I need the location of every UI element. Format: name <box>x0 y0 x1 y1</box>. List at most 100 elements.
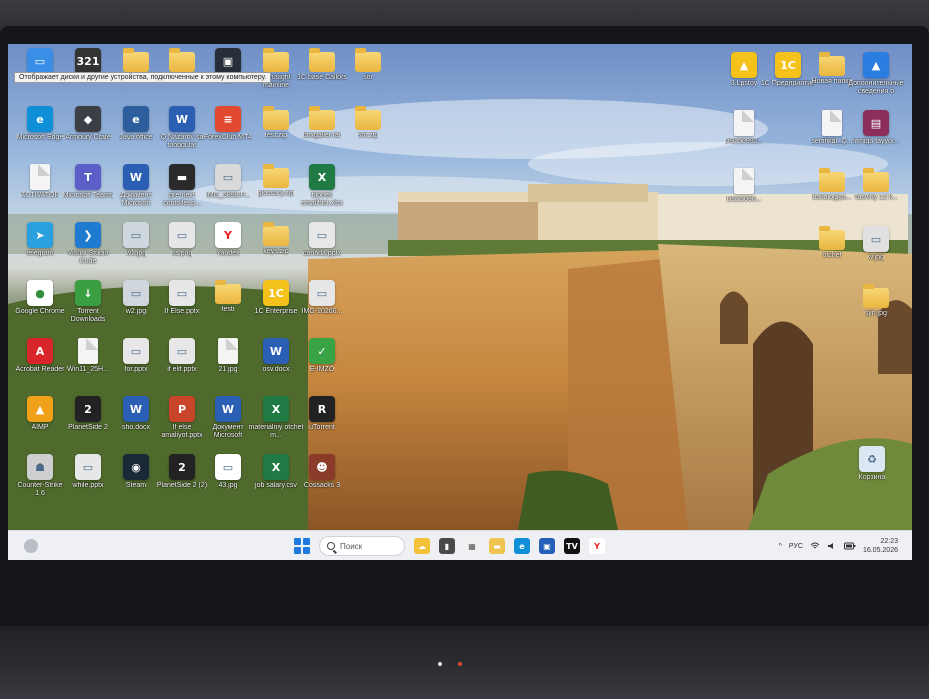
pptx-icon: P <box>169 396 195 422</box>
weather-widget-icon[interactable] <box>24 539 38 553</box>
laptop-base <box>0 626 929 699</box>
desktop-icon[interactable]: ▲ Дополнительные сведения о <box>848 52 904 96</box>
forex-icon: ≡ <box>215 106 241 132</box>
desktop-icon-label: test.zip <box>264 132 288 139</box>
calendar-icon[interactable]: ▦ <box>464 538 480 554</box>
1c-shortcut-icon: ▲ <box>731 52 757 78</box>
desktop-icon-label: Acrobat Reader <box>15 366 65 373</box>
word-doc-icon: W <box>263 338 289 364</box>
volume-icon[interactable] <box>827 542 837 550</box>
taskbar-clock[interactable]: 22:23 16.05.2026 <box>863 537 898 555</box>
desktop-icon[interactable]: RuTorrent <box>294 396 350 432</box>
desktop-icon-label: ntmiga tayyor... <box>852 138 900 145</box>
desktop-icon[interactable]: ♻ Корзина <box>844 446 900 482</box>
desktop-icon-label: while.pptx <box>72 482 104 489</box>
desktop-icon-label: Новая папка <box>811 78 853 85</box>
file-icon <box>822 110 842 136</box>
search-icon <box>327 542 335 550</box>
desktop-icon-label: w.jpg <box>868 254 884 261</box>
desktop-icon-label: Java office <box>119 134 153 141</box>
steam-icon: ◉ <box>123 454 149 480</box>
excel-icon: X <box>309 164 335 190</box>
language-indicator[interactable]: РУС <box>789 543 803 550</box>
widgets-icon[interactable]: ☁ <box>414 538 430 554</box>
desktop-icon-label: Armoury Crate <box>65 134 111 141</box>
image-file-icon: ▭ <box>123 222 149 248</box>
desktop-icon[interactable]: Xbiones emailhist.xlsx <box>294 164 350 208</box>
desktop-icon[interactable]: sor.zip <box>340 106 396 140</box>
desktop-icon-label: If Else.pptx <box>164 308 200 315</box>
armoury-crate-icon: ◆ <box>75 106 101 132</box>
wifi-icon[interactable] <box>810 542 820 550</box>
battery-icon[interactable] <box>843 542 856 550</box>
store-icon[interactable]: ▣ <box>539 538 555 554</box>
desktop-icon-label: sor.zip <box>357 132 379 139</box>
desktop-icon[interactable]: ▭ w.jpg <box>848 226 904 262</box>
system-tray: ^ РУС 22:23 16.05.2026 <box>779 534 898 558</box>
planetside-icon: 2 <box>75 396 101 422</box>
file-icon <box>30 164 50 190</box>
desktop-icon[interactable]: Tasviriy 12 k... <box>848 168 904 202</box>
edge-icon: e <box>27 106 53 132</box>
folder-icon <box>169 48 195 72</box>
cs-icon: ☗ <box>27 454 53 480</box>
desktop-icon-label: canada.pptx <box>302 250 342 257</box>
image-file-icon: ▬ <box>169 164 195 190</box>
tray-chevron-icon[interactable]: ^ <box>779 543 782 550</box>
desktop-icon[interactable]: ▤ ntmiga tayyor... <box>848 110 904 146</box>
start-icon-tile <box>294 547 301 554</box>
desktop-icon-label: keys.zip <box>263 248 289 255</box>
desktop-icon[interactable]: sjin.jpg <box>848 284 904 318</box>
start-button[interactable] <box>294 538 310 554</box>
task-view-icon[interactable]: ▮ <box>439 538 455 554</box>
folder-icon <box>819 226 845 250</box>
desktop-icon-label: for.pptx <box>124 366 148 373</box>
tradingview-icon[interactable]: TV <box>564 538 580 554</box>
desktop-icon-label: 3.Lpstoy <box>730 80 758 87</box>
pptx-icon: ▭ <box>75 454 101 480</box>
yandex-icon: Y <box>215 222 241 248</box>
folder-icon <box>355 48 381 72</box>
desktop-icon-label: glossary.zip <box>257 190 295 197</box>
desktop-icon-label: osv.docx <box>262 366 290 373</box>
zip-folder-icon <box>263 164 289 188</box>
yandex-icon[interactable]: Y <box>589 538 605 554</box>
photos-icon: ▲ <box>863 52 889 78</box>
excel-icon: X <box>263 396 289 422</box>
planetside-icon: 2 <box>169 454 195 480</box>
desktop-icon-label: otchet <box>822 252 842 259</box>
desktop-icon-label: w2.jpg <box>125 308 147 315</box>
desktop-icon[interactable]: ▭ canada.pptx <box>294 222 350 258</box>
desktop-icon[interactable]: ✓ E-IMZO <box>294 338 350 374</box>
folder-icon <box>863 168 889 192</box>
desktop-icon-label: biones emailhist.xlsx <box>301 192 343 207</box>
folder-icon <box>123 48 149 72</box>
eimzo-icon: ✓ <box>309 338 335 364</box>
search-placeholder: Поиск <box>340 541 363 551</box>
clock-date: 16.05.2026 <box>862 547 898 554</box>
image-file-icon: ▭ <box>863 226 889 252</box>
start-icon-tile <box>303 538 310 545</box>
zip-folder-icon <box>263 222 289 246</box>
taskbar: Поиск ☁ ▮ ▦ ▬ e ▣ TV Y ^ РУС 22:23 16.05.2026 <box>8 530 912 560</box>
desktop-icon[interactable]: DS250592... <box>716 110 772 146</box>
desktop-icon-label: job salary.csv <box>255 482 297 489</box>
desktop-icon-label: IMG-20260... <box>301 308 343 315</box>
charge-led <box>458 662 462 666</box>
word-doc-icon: W <box>123 396 149 422</box>
desktop-icon-label: Cossacks 3 <box>303 482 341 489</box>
taskbar-center: Поиск ☁ ▮ ▦ ▬ e ▣ TV Y <box>294 535 605 557</box>
desktop-icon-label: ss.png <box>171 250 193 257</box>
desktop-icon[interactable]: sor <box>340 48 396 82</box>
desktop-icon-label: Steam <box>125 482 147 489</box>
desktop-icon-label: if elif.pptx <box>167 366 197 373</box>
file-explorer-icon[interactable]: ▬ <box>489 538 505 554</box>
desktop-icon[interactable]: ☻ Cossacks 3 <box>294 454 350 490</box>
edge-icon[interactable]: e <box>514 538 530 554</box>
telegram-icon: ➤ <box>27 222 53 248</box>
desktop-icon-label: Microsoft Teams <box>62 192 114 199</box>
desktop-icon[interactable]: DS25090... <box>716 168 772 204</box>
taskbar-search-box[interactable]: Поиск <box>319 536 405 556</box>
desktop-icon-label: DS25090... <box>726 196 762 203</box>
desktop-icon[interactable]: ▭ IMG-20260... <box>294 280 350 316</box>
